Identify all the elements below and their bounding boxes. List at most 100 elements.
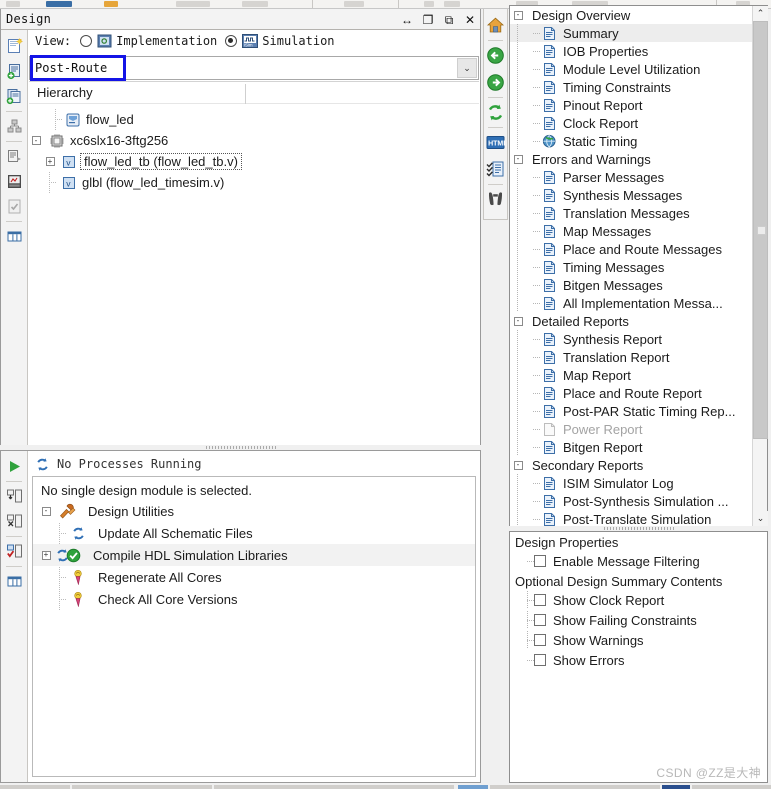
- forward-arrow-icon[interactable]: [484, 69, 507, 96]
- close-button[interactable]: ✕: [464, 14, 476, 26]
- summary-item-row[interactable]: Power Report: [510, 420, 752, 438]
- show-errors-checkbox[interactable]: [534, 654, 546, 666]
- summary-item-row[interactable]: Map Report: [510, 366, 752, 384]
- option-show-warnings[interactable]: Show Warnings: [510, 630, 767, 650]
- summary-group-row[interactable]: - Design Overview: [510, 6, 752, 24]
- process-group-design-utilities[interactable]: - Design Utilities: [33, 500, 475, 522]
- simulation-stage-combo[interactable]: Post-Route ⌄: [29, 56, 479, 80]
- show-failing-constraints-checkbox[interactable]: [534, 614, 546, 626]
- html-report-icon[interactable]: HTML: [484, 129, 507, 156]
- back-arrow-icon[interactable]: [484, 42, 507, 69]
- summary-item-row[interactable]: ISIM Simulator Log: [510, 474, 752, 492]
- svg-text:v: v: [66, 157, 71, 167]
- summary-item-row[interactable]: All Implementation Messa...: [510, 294, 752, 312]
- expand-expander[interactable]: +: [41, 550, 51, 560]
- show-clock-report-checkbox[interactable]: [534, 594, 546, 606]
- processes-status-row: No Processes Running: [29, 453, 480, 475]
- add-source-icon[interactable]: [1, 59, 28, 84]
- restore-button[interactable]: ⧉: [443, 14, 455, 26]
- summary-group-row[interactable]: - Secondary Reports: [510, 456, 752, 474]
- process-check-all-core-versions[interactable]: Check All Core Versions: [33, 588, 475, 610]
- summary-item-row[interactable]: Place and Route Report: [510, 384, 752, 402]
- collapse-expander[interactable]: -: [31, 136, 41, 145]
- summary-item-row[interactable]: Translation Messages: [510, 204, 752, 222]
- collapse-expander[interactable]: -: [41, 506, 51, 516]
- simulation-radio[interactable]: [225, 35, 238, 47]
- summary-group-row[interactable]: - Errors and Warnings: [510, 150, 752, 168]
- summary-item-row[interactable]: Synthesis Report: [510, 330, 752, 348]
- expand-expander[interactable]: +: [45, 157, 55, 166]
- manual-compile-order-icon[interactable]: [1, 144, 28, 169]
- collapse-expander[interactable]: -: [510, 150, 526, 168]
- summary-item-row[interactable]: IOB Properties: [510, 42, 752, 60]
- summary-item-row[interactable]: Post-Translate Simulation: [510, 510, 752, 526]
- process-compile-hdl-simulation-libraries[interactable]: + Compile HDL Simulation Libraries: [33, 544, 475, 566]
- summary-item-row[interactable]: Timing Messages: [510, 258, 752, 276]
- summary-item-row[interactable]: Static Timing: [510, 132, 752, 150]
- view-panels-icon[interactable]: [1, 224, 28, 249]
- option-show-errors[interactable]: Show Errors: [510, 650, 767, 670]
- collapse-expander[interactable]: -: [510, 456, 526, 474]
- process-update-all-schematic-files[interactable]: Update All Schematic Files: [33, 522, 475, 544]
- hierarchy-node-device[interactable]: - xc6slx16-3ftg256: [29, 130, 479, 151]
- option-show-clock-report[interactable]: Show Clock Report: [510, 590, 767, 610]
- summary-item-row[interactable]: Bitgen Report: [510, 438, 752, 456]
- run-process-icon[interactable]: [1, 454, 28, 479]
- resize-button[interactable]: ↔: [401, 14, 413, 26]
- summary-item-row[interactable]: Clock Report: [510, 114, 752, 132]
- design-summary-scrollbar[interactable]: ⌃ ⌄: [752, 6, 768, 526]
- summary-item-row[interactable]: Summary: [510, 24, 752, 42]
- hierarchy-header-label: Hierarchy: [37, 85, 93, 100]
- maximize-button[interactable]: ❐: [422, 14, 434, 26]
- summary-item-label: Map Messages: [563, 223, 652, 239]
- hierarchy-node-glbl[interactable]: v glbl (flow_led_timesim.v): [29, 172, 479, 193]
- hierarchy-node-flow-led[interactable]: flow_led: [29, 109, 479, 130]
- scroll-down-button[interactable]: ⌄: [753, 511, 768, 526]
- scrollbar-track[interactable]: [753, 21, 768, 511]
- summary-item-row[interactable]: Post-Synthesis Simulation ...: [510, 492, 752, 510]
- rerun-all-icon[interactable]: [1, 509, 28, 534]
- option-show-failing-constraints[interactable]: Show Failing Constraints: [510, 610, 767, 630]
- add-copy-of-source-icon[interactable]: [1, 84, 28, 109]
- summary-item-row[interactable]: Place and Route Messages: [510, 240, 752, 258]
- stop-process-icon[interactable]: [1, 539, 28, 564]
- collapse-expander[interactable]: -: [510, 6, 526, 24]
- refresh-icon[interactable]: [484, 99, 507, 126]
- summary-item-row[interactable]: Map Messages: [510, 222, 752, 240]
- collapse-expander[interactable]: -: [510, 312, 526, 330]
- summary-item-row[interactable]: Synthesis Messages: [510, 186, 752, 204]
- tree-elbow: [526, 510, 542, 526]
- rerun-process-icon[interactable]: [1, 484, 28, 509]
- hierarchy-node-flow-led-tb[interactable]: + v flow_led_tb (flow_led_tb.v): [29, 151, 479, 172]
- enable-message-filtering-checkbox[interactable]: [534, 555, 546, 567]
- summary-item-row[interactable]: Pinout Report: [510, 96, 752, 114]
- summary-group-row[interactable]: - Detailed Reports: [510, 312, 752, 330]
- document-icon: [542, 350, 557, 365]
- summary-item-row[interactable]: Module Level Utilization: [510, 60, 752, 78]
- new-source-icon[interactable]: [1, 34, 28, 59]
- home-icon[interactable]: [484, 12, 507, 39]
- summary-item-row[interactable]: Post-PAR Static Timing Rep...: [510, 402, 752, 420]
- chevron-down-icon[interactable]: ⌄: [457, 58, 477, 78]
- tree-elbow: [526, 204, 542, 222]
- find-icon[interactable]: [484, 186, 507, 213]
- summary-item-row[interactable]: Bitgen Messages: [510, 276, 752, 294]
- process-properties-icon[interactable]: [1, 569, 28, 594]
- implementation-radio[interactable]: [80, 35, 93, 47]
- summary-item-row[interactable]: Timing Constraints: [510, 78, 752, 96]
- tree-guide: [510, 78, 526, 96]
- design-summary-tree: - Design Overview Summary IOB Properties Mod…: [510, 6, 752, 526]
- show-warnings-checkbox[interactable]: [534, 634, 546, 646]
- option-enable-message-filtering[interactable]: Enable Message Filtering: [510, 551, 767, 571]
- scrollbar-thumb[interactable]: [753, 21, 768, 439]
- implementation-label[interactable]: Implementation: [116, 34, 217, 48]
- process-regenerate-all-cores[interactable]: Regenerate All Cores: [33, 566, 475, 588]
- simulation-label[interactable]: Simulation: [262, 34, 334, 48]
- design-summary-icon[interactable]: [1, 194, 28, 219]
- summary-item-row[interactable]: Translation Report: [510, 348, 752, 366]
- design-goals-icon[interactable]: [1, 169, 28, 194]
- scroll-up-button[interactable]: ⌃: [753, 6, 768, 21]
- summary-item-row[interactable]: Parser Messages: [510, 168, 752, 186]
- detailed-reports-icon[interactable]: [484, 156, 507, 183]
- design-utilities-icon[interactable]: [1, 114, 28, 139]
